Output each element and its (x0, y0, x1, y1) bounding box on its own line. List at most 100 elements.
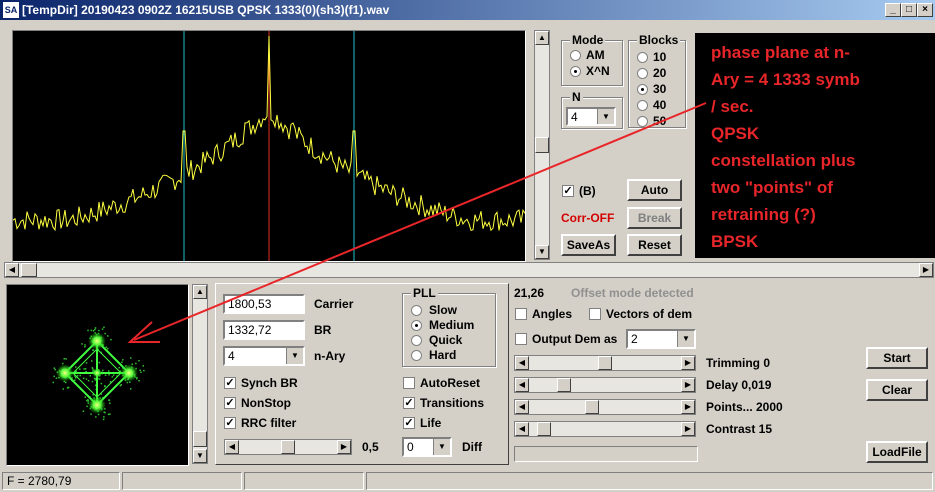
reset-button[interactable]: Reset (627, 234, 682, 256)
constellation-vscrollbar[interactable]: ▲ ▼ (192, 284, 208, 464)
angles-checkbox[interactable] (515, 308, 527, 320)
blocks-title: Blocks (637, 33, 681, 47)
constellation-sample (112, 374, 115, 376)
trimming-slider[interactable]: ◀ ▶ (514, 355, 696, 371)
close-button[interactable]: × (917, 3, 933, 17)
blocks-30-radio[interactable] (637, 84, 648, 95)
slider-right-arrow-icon[interactable]: ▶ (681, 378, 695, 392)
scroll-up-arrow-icon[interactable]: ▲ (193, 285, 207, 299)
constellation-point-center (92, 368, 102, 378)
scroll-down-arrow-icon[interactable]: ▼ (535, 245, 549, 259)
chevron-down-icon[interactable]: ▼ (677, 331, 694, 347)
constellation-sample (101, 328, 104, 330)
scroll-thumb[interactable] (193, 431, 207, 447)
scroll-up-arrow-icon[interactable]: ▲ (535, 31, 549, 45)
constellation-sample (102, 418, 105, 421)
constellation-sample (121, 361, 123, 363)
constellation-point-top (88, 332, 106, 350)
minimize-button[interactable]: _ (885, 3, 901, 17)
constellation-sample (107, 413, 110, 416)
slider-right-arrow-icon[interactable]: ▶ (681, 422, 695, 436)
spectrum-hscrollbar[interactable]: ◀ ▶ (4, 262, 934, 278)
chevron-down-icon[interactable]: ▼ (286, 348, 303, 364)
constellation-sample (76, 374, 79, 377)
slider-thumb[interactable] (537, 422, 551, 436)
diff-select[interactable]: 0 ▼ (402, 437, 452, 457)
constellation-sample (108, 399, 110, 401)
slider-thumb[interactable] (557, 378, 571, 392)
autoreset-checkbox[interactable] (403, 377, 415, 389)
constellation-display[interactable] (6, 284, 189, 466)
b-checkbox[interactable]: ✓ (562, 185, 574, 197)
slider-right-arrow-icon[interactable]: ▶ (681, 356, 695, 370)
slider-left-arrow-icon[interactable]: ◀ (515, 422, 529, 436)
synch-br-checkbox[interactable]: ✓ (224, 377, 236, 389)
blocks-40-radio[interactable] (637, 100, 648, 111)
mode-xn-radio[interactable] (570, 66, 581, 77)
slider-left-arrow-icon[interactable]: ◀ (515, 356, 529, 370)
spectrum-vscrollbar[interactable]: ▲ ▼ (534, 30, 550, 260)
vectors-checkbox[interactable] (589, 308, 601, 320)
slider-left-arrow-icon[interactable]: ◀ (225, 440, 239, 454)
constellation-sample (126, 381, 129, 384)
spectrum-display[interactable] (12, 30, 526, 262)
maximize-button[interactable]: □ (901, 3, 917, 17)
synch-br-label: Synch BR (241, 376, 298, 390)
carrier-input[interactable]: 1800,53 (223, 294, 305, 314)
slider-left-arrow-icon[interactable]: ◀ (515, 400, 529, 414)
pll-hard-radio[interactable] (411, 350, 422, 361)
chevron-down-icon[interactable]: ▼ (597, 109, 614, 124)
scroll-left-arrow-icon[interactable]: ◀ (5, 263, 19, 277)
start-button[interactable]: Start (866, 347, 928, 369)
mode-am-radio[interactable] (570, 50, 581, 61)
constellation-sample (140, 371, 142, 373)
delay-slider[interactable]: ◀ ▶ (514, 377, 696, 393)
slider-right-arrow-icon[interactable]: ▶ (337, 440, 351, 454)
life-checkbox[interactable]: ✓ (403, 417, 415, 429)
nonstop-checkbox[interactable]: ✓ (224, 397, 236, 409)
transitions-checkbox[interactable]: ✓ (403, 397, 415, 409)
points-slider[interactable]: ◀ ▶ (514, 399, 696, 415)
rrc-slider[interactable]: ◀ ▶ (224, 439, 352, 455)
scroll-down-arrow-icon[interactable]: ▼ (193, 449, 207, 463)
slider-right-arrow-icon[interactable]: ▶ (681, 400, 695, 414)
contrast-slider[interactable]: ◀ ▶ (514, 421, 696, 437)
output-dem-select[interactable]: 2 ▼ (626, 329, 696, 349)
constellation-sample (67, 386, 69, 389)
constellation-sample (100, 382, 103, 385)
slider-thumb[interactable] (598, 356, 612, 370)
constellation-plot (52, 326, 145, 421)
output-dem-checkbox[interactable] (515, 333, 527, 345)
constellation-sample (62, 362, 64, 365)
rrc-filter-checkbox[interactable]: ✓ (224, 417, 236, 429)
blocks-40-label: 40 (653, 98, 667, 112)
chevron-down-icon[interactable]: ▼ (433, 439, 450, 455)
status-cell (366, 472, 933, 490)
auto-button[interactable]: Auto (627, 179, 682, 201)
slider-thumb[interactable] (281, 440, 295, 454)
n-select[interactable]: 4 ▼ (566, 107, 616, 126)
blocks-50-radio[interactable] (637, 116, 648, 127)
nary-select[interactable]: 4 ▼ (223, 346, 305, 366)
scroll-thumb[interactable] (21, 263, 37, 277)
pll-medium-radio[interactable] (411, 320, 422, 331)
clear-button[interactable]: Clear (866, 379, 928, 401)
br-input[interactable]: 1332,72 (223, 320, 305, 340)
blocks-30-label: 30 (653, 82, 667, 96)
loadfile-button[interactable]: LoadFile (866, 441, 928, 463)
pll-slow-radio[interactable] (411, 305, 422, 316)
scroll-right-arrow-icon[interactable]: ▶ (919, 263, 933, 277)
break-button[interactable]: Break (627, 207, 682, 229)
spectrum-plot (13, 31, 525, 261)
annotation-line: two "points" of (711, 178, 833, 197)
slider-left-arrow-icon[interactable]: ◀ (515, 378, 529, 392)
constellation-sample (63, 358, 65, 360)
blocks-20-radio[interactable] (637, 68, 648, 79)
pll-quick-radio[interactable] (411, 335, 422, 346)
slider-thumb[interactable] (585, 400, 599, 414)
constellation-sample (108, 374, 110, 376)
constellation-sample (90, 413, 92, 415)
saveas-button[interactable]: SaveAs (561, 234, 616, 256)
scroll-thumb[interactable] (535, 137, 549, 153)
blocks-10-radio[interactable] (637, 52, 648, 63)
